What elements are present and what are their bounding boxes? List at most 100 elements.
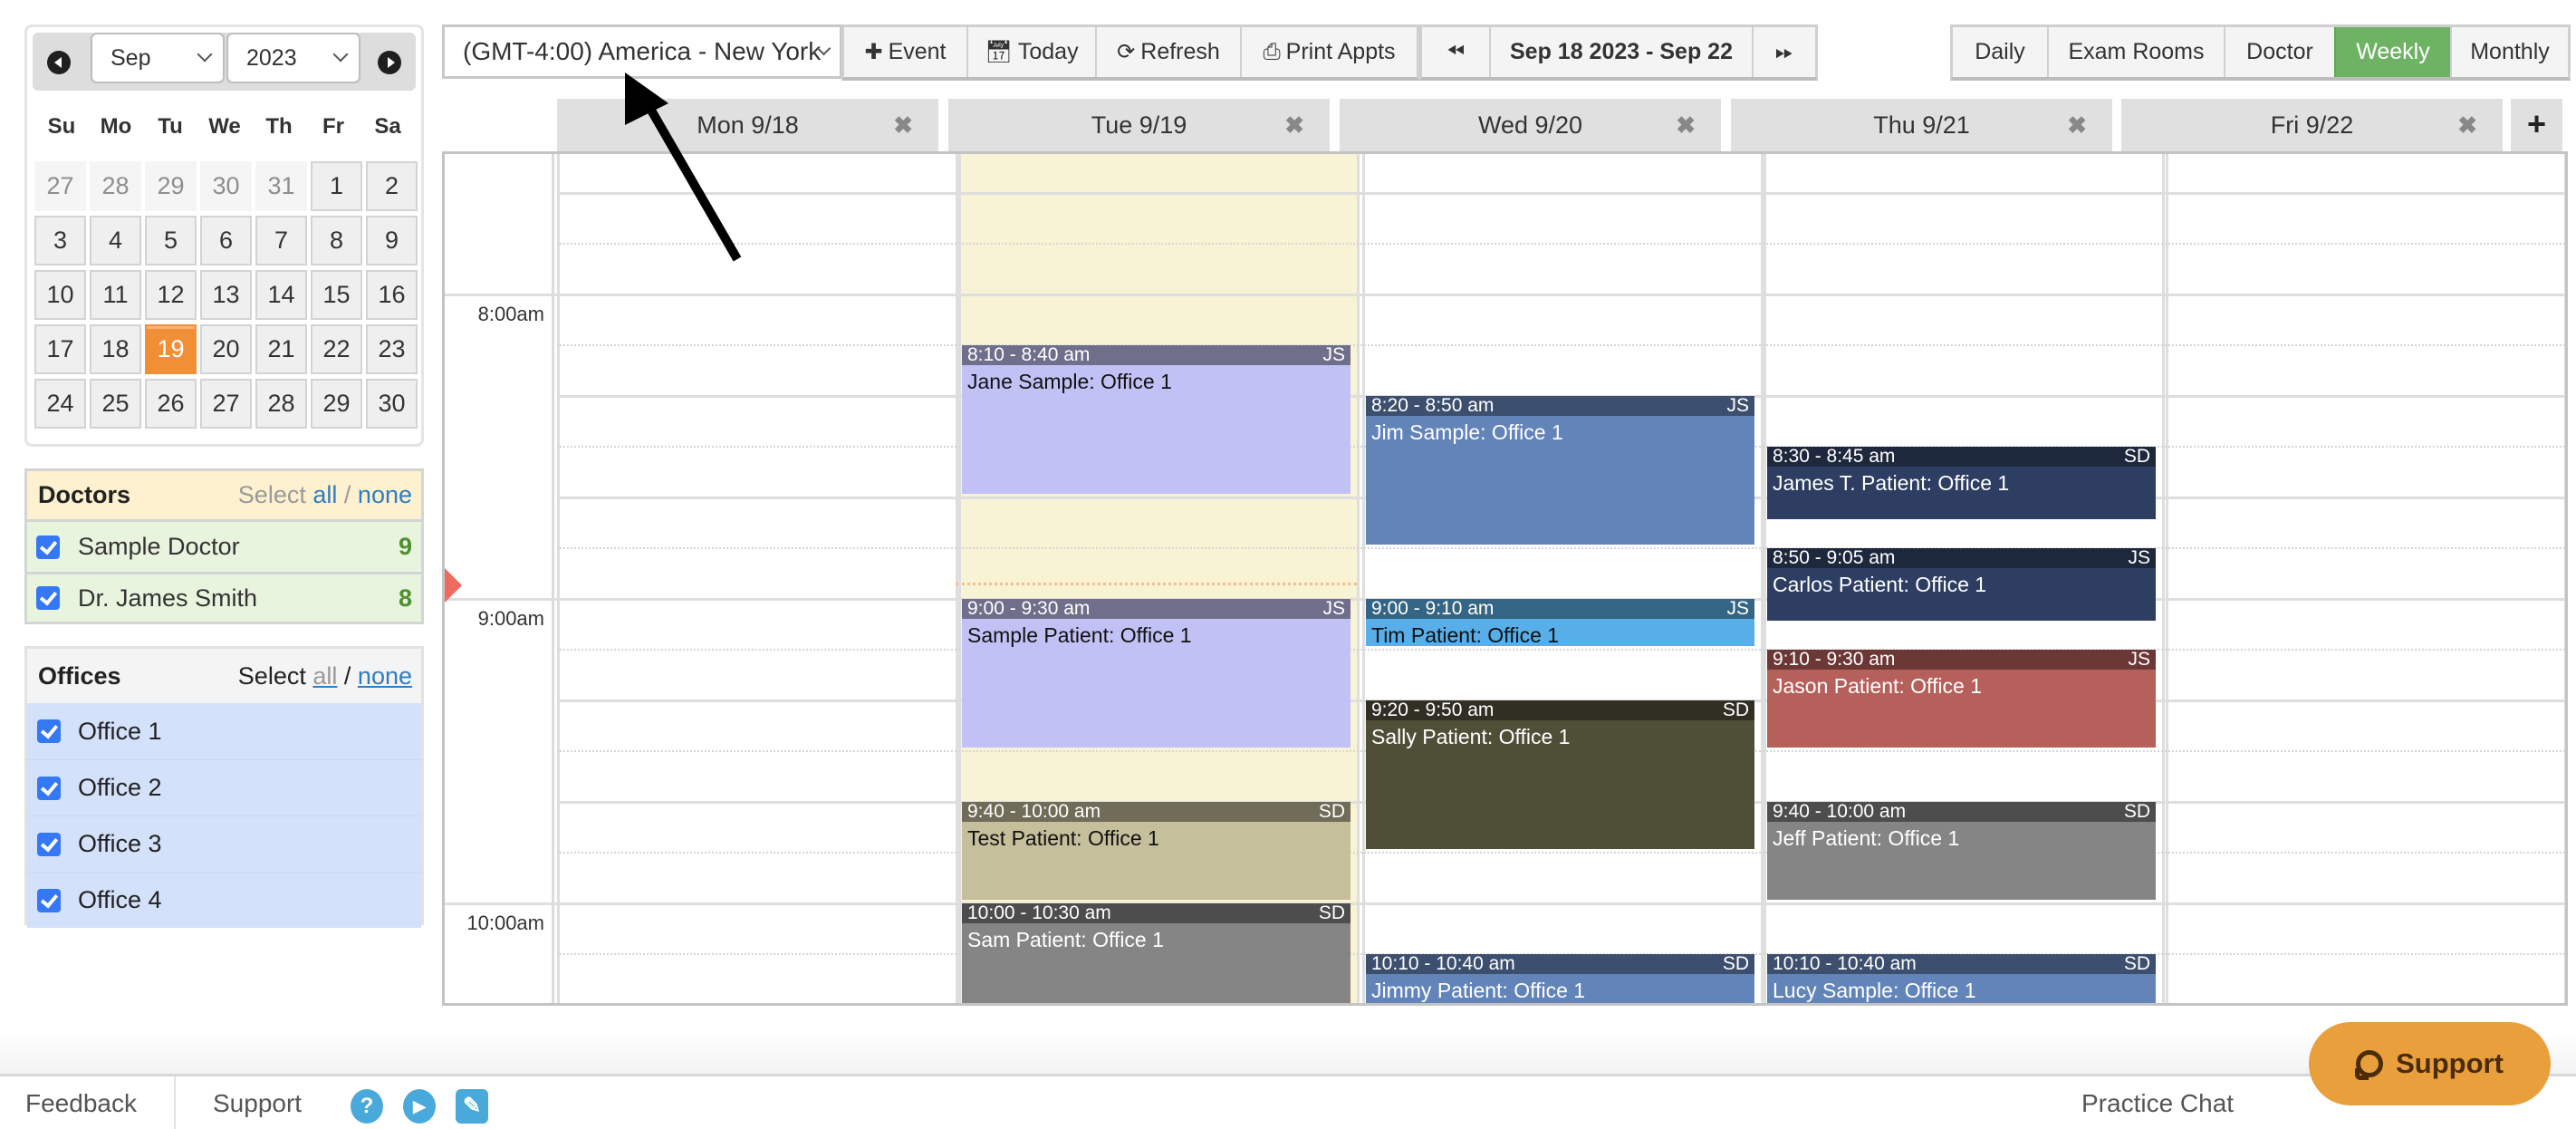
calendar-day[interactable]: 29 <box>311 379 362 429</box>
calendar-day[interactable]: 15 <box>311 270 362 320</box>
close-day-icon[interactable]: ✖ <box>1284 111 1304 140</box>
calendar-day[interactable]: 31 <box>255 161 307 211</box>
calendar-day[interactable]: 16 <box>366 270 418 320</box>
calendar-day[interactable]: 28 <box>255 379 307 429</box>
appointment[interactable]: 8:50 - 9:05 am JS Carlos Patient: Office 1 <box>1767 548 2156 621</box>
calendar-day[interactable]: 6 <box>200 216 252 265</box>
calendar-day[interactable]: 11 <box>90 270 141 320</box>
calendar-day[interactable]: 4 <box>90 216 141 265</box>
close-day-icon[interactable]: ✖ <box>2067 111 2087 140</box>
view-exam-rooms-button[interactable]: Exam Rooms <box>2047 27 2224 77</box>
checkbox-checked-icon[interactable] <box>37 719 61 743</box>
year-select[interactable]: 2023 <box>226 33 360 83</box>
calendar-day[interactable]: 29 <box>145 161 197 211</box>
calendar-day[interactable]: 10 <box>34 270 86 320</box>
calendar-day[interactable]: 30 <box>366 379 418 429</box>
calendar-day[interactable]: 23 <box>366 324 418 374</box>
help-icon[interactable]: ? <box>351 1089 383 1124</box>
support-link[interactable]: Support <box>213 1089 302 1118</box>
appointment[interactable]: 9:40 - 10:00 am SD Jeff Patient: Office 1 <box>1767 802 2156 900</box>
calendar-day[interactable]: 5 <box>145 216 197 265</box>
select-none-doctors-link[interactable]: none <box>358 481 412 508</box>
close-day-icon[interactable]: ✖ <box>1676 111 1696 140</box>
view-weekly-button[interactable]: Weekly <box>2334 27 2450 77</box>
refresh-button[interactable]: ⟳ Refresh <box>1095 27 1240 77</box>
day-column[interactable] <box>1362 154 1764 1003</box>
calendar-day[interactable]: 24 <box>34 379 86 429</box>
practice-chat-link[interactable]: Practice Chat <box>2081 1089 2234 1118</box>
close-day-icon[interactable]: ✖ <box>893 111 913 140</box>
appointment[interactable]: 10:10 - 10:40 am SD Jimmy Patient: Office … <box>1366 954 1754 1003</box>
calendar-day[interactable]: 13 <box>200 270 252 320</box>
appointment[interactable]: 9:10 - 9:30 am JS Jason Patient: Office 1 <box>1767 650 2156 748</box>
calendar-day[interactable]: 2 <box>366 161 418 211</box>
doctor-item[interactable]: Dr. James Smith 8 <box>27 572 421 622</box>
checkbox-checked-icon[interactable] <box>36 586 60 610</box>
appointment[interactable]: 10:10 - 10:40 am SD Lucy Sample: Office 1 <box>1767 954 2156 1003</box>
calendar-day[interactable]: 28 <box>90 161 141 211</box>
next-week-button[interactable]: ⏩︎ <box>1752 27 1815 77</box>
play-icon[interactable]: ▶ <box>403 1089 436 1124</box>
appointment[interactable]: 9:20 - 9:50 am SD Sally Patient: Office 1 <box>1366 700 1754 849</box>
appointment[interactable]: 9:40 - 10:00 am SD Test Patient: Office 1 <box>962 802 1350 900</box>
appointment[interactable]: 8:30 - 8:45 am SD James T. Patient: Office… <box>1767 447 2156 519</box>
appointment[interactable]: 8:20 - 8:50 am JS Jim Sample: Office 1 <box>1366 396 1754 545</box>
date-range-button[interactable]: Sep 18 2023 - Sep 22 <box>1489 27 1752 77</box>
select-all-offices-link[interactable]: all <box>312 662 337 690</box>
prev-month-icon[interactable] <box>47 51 71 74</box>
calendar-day[interactable]: 17 <box>34 324 86 374</box>
previous-week-button[interactable]: ⏪︎ <box>1422 27 1489 77</box>
office-item[interactable]: Office 3 <box>27 815 421 872</box>
appointment[interactable]: 9:00 - 9:30 am JS Sample Patient: Office 1 <box>962 599 1350 748</box>
appointment[interactable]: 8:10 - 8:40 am JS Jane Sample: Office 1 <box>962 345 1350 494</box>
today-button[interactable]: 📅︎ Today <box>966 27 1095 77</box>
doctor-item[interactable]: Sample Doctor 9 <box>27 522 421 572</box>
calendar-day[interactable]: 20 <box>200 324 252 374</box>
day-column[interactable] <box>2166 154 2565 1003</box>
view-daily-button[interactable]: Daily <box>1953 27 2047 77</box>
select-all-doctors-link[interactable]: all <box>312 481 337 508</box>
month-select[interactable]: Sep <box>91 33 225 83</box>
edit-pencil-icon[interactable]: ✎ <box>456 1089 488 1124</box>
calendar-day[interactable]: 14 <box>255 270 307 320</box>
view-monthly-button[interactable]: Monthly <box>2450 27 2568 77</box>
print-appts-button[interactable]: ⎙ Print Appts <box>1240 27 1417 77</box>
appointment[interactable]: 9:00 - 9:10 am JS Tim Patient: Office 1 <box>1366 599 1754 646</box>
add-event-button[interactable]: ✚ Event <box>844 27 966 77</box>
calendar-day[interactable]: 18 <box>90 324 141 374</box>
calendar-day[interactable]: 21 <box>255 324 307 374</box>
feedback-link[interactable]: Feedback <box>25 1089 137 1118</box>
calendar-day[interactable]: 30 <box>200 161 252 211</box>
day-column[interactable] <box>557 154 958 1003</box>
calendar-day[interactable]: 9 <box>366 216 418 265</box>
add-day-button[interactable]: + <box>2511 99 2562 151</box>
office-item[interactable]: Office 1 <box>27 703 421 759</box>
checkbox-checked-icon[interactable] <box>37 888 61 912</box>
select-none-offices-link[interactable]: none <box>358 662 412 690</box>
timezone-select[interactable]: (GMT-4:00) America - New York <box>442 24 842 79</box>
appointment-doctor-initials: JS <box>1726 396 1749 416</box>
calendar-day[interactable]: 27 <box>200 379 252 429</box>
calendar-day[interactable]: 7 <box>255 216 307 265</box>
calendar-day[interactable]: 1 <box>311 161 362 211</box>
calendar-day[interactable]: 12 <box>145 270 197 320</box>
calendar-day[interactable]: 25 <box>90 379 141 429</box>
calendar-day[interactable]: 22 <box>311 324 362 374</box>
support-chat-button[interactable]: Support <box>2309 1022 2551 1105</box>
checkbox-checked-icon[interactable] <box>37 832 61 856</box>
weekday-header-row: Su Mo Tu We Th Fr Sa <box>34 114 415 140</box>
checkbox-checked-icon[interactable] <box>36 535 60 559</box>
calendar-day[interactable]: 27 <box>34 161 86 211</box>
view-doctor-button[interactable]: Doctor <box>2224 27 2334 77</box>
office-item[interactable]: Office 4 <box>27 872 421 928</box>
next-month-icon[interactable] <box>378 51 401 74</box>
calendar-day[interactable]: 8 <box>311 216 362 265</box>
calendar-day-selected[interactable]: 19 <box>145 324 197 374</box>
appointment-title: Sam Patient: Office 1 <box>967 928 1164 951</box>
calendar-day[interactable]: 26 <box>145 379 197 429</box>
office-item[interactable]: Office 2 <box>27 759 421 815</box>
close-day-icon[interactable]: ✖ <box>2457 111 2477 140</box>
appointment[interactable]: 10:00 - 10:30 am SD Sam Patient: Office 1 <box>962 903 1350 1003</box>
calendar-day[interactable]: 3 <box>34 216 86 265</box>
checkbox-checked-icon[interactable] <box>37 776 61 800</box>
